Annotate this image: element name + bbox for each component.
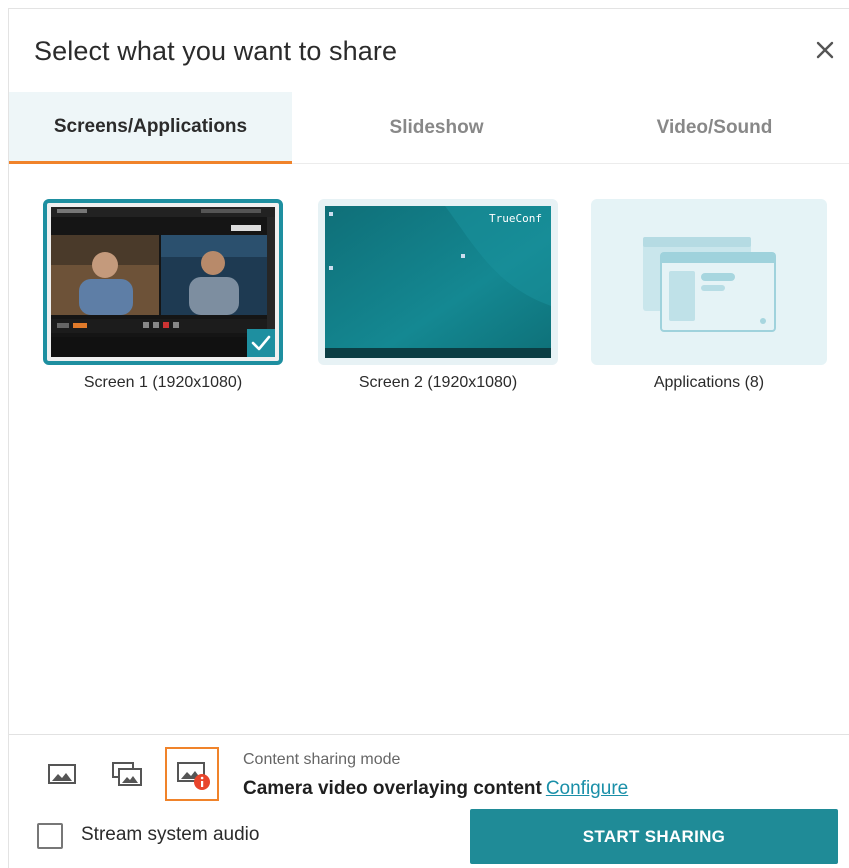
tab-slideshow[interactable]: Slideshow: [295, 92, 578, 164]
screen-1-thumbnail: [51, 207, 275, 357]
start-sharing-button[interactable]: START SHARING: [470, 809, 838, 864]
source-screen-1[interactable]: [43, 199, 283, 365]
screen-1-label: Screen 1 (1920x1080): [83, 374, 243, 391]
source-applications[interactable]: [591, 199, 827, 365]
content-only-icon: [48, 764, 76, 784]
close-button[interactable]: [812, 37, 838, 63]
content-and-video-icon: [112, 762, 142, 786]
tab-video-sound[interactable]: Video/Sound: [579, 92, 849, 164]
mode-value-text: Camera video overlaying content: [243, 778, 542, 799]
mode-camera-overlay-button[interactable]: [165, 747, 219, 801]
dialog-title: Select what you want to share: [34, 36, 398, 66]
selected-check-badge: [247, 329, 275, 357]
check-icon: [251, 335, 271, 351]
stream-system-audio-label[interactable]: Stream system audio: [81, 824, 259, 846]
tab-screens-applications[interactable]: Screens/Applications: [9, 92, 292, 164]
trueconf-logo: TrueConf: [489, 212, 542, 225]
mode-content-only-button[interactable]: [42, 754, 82, 794]
source-screen-2[interactable]: TrueConf: [318, 199, 558, 365]
screen-2-preview: [325, 206, 551, 358]
application-windows-icon: [643, 237, 776, 332]
share-dialog: Select what you want to share Screens/Ap…: [8, 8, 849, 868]
mode-value: Camera video overlaying content Configure: [243, 778, 628, 800]
mode-caption: Content sharing mode: [243, 751, 401, 768]
screen-2-thumbnail: [325, 206, 551, 358]
screen-1-preview: [51, 207, 275, 357]
applications-label: Applications (8): [653, 374, 765, 391]
tab-bar: Screens/Applications Slideshow Video/Sou…: [9, 92, 849, 164]
configure-link[interactable]: Configure: [546, 778, 628, 799]
camera-overlay-icon: [177, 762, 210, 790]
stream-system-audio-checkbox[interactable]: [37, 823, 63, 849]
screen-2-label: Screen 2 (1920x1080): [358, 374, 518, 391]
bottom-panel: Content sharing mode Camera video overla…: [9, 734, 849, 868]
close-icon: [816, 41, 834, 59]
mode-content-and-video-button[interactable]: [107, 754, 147, 794]
